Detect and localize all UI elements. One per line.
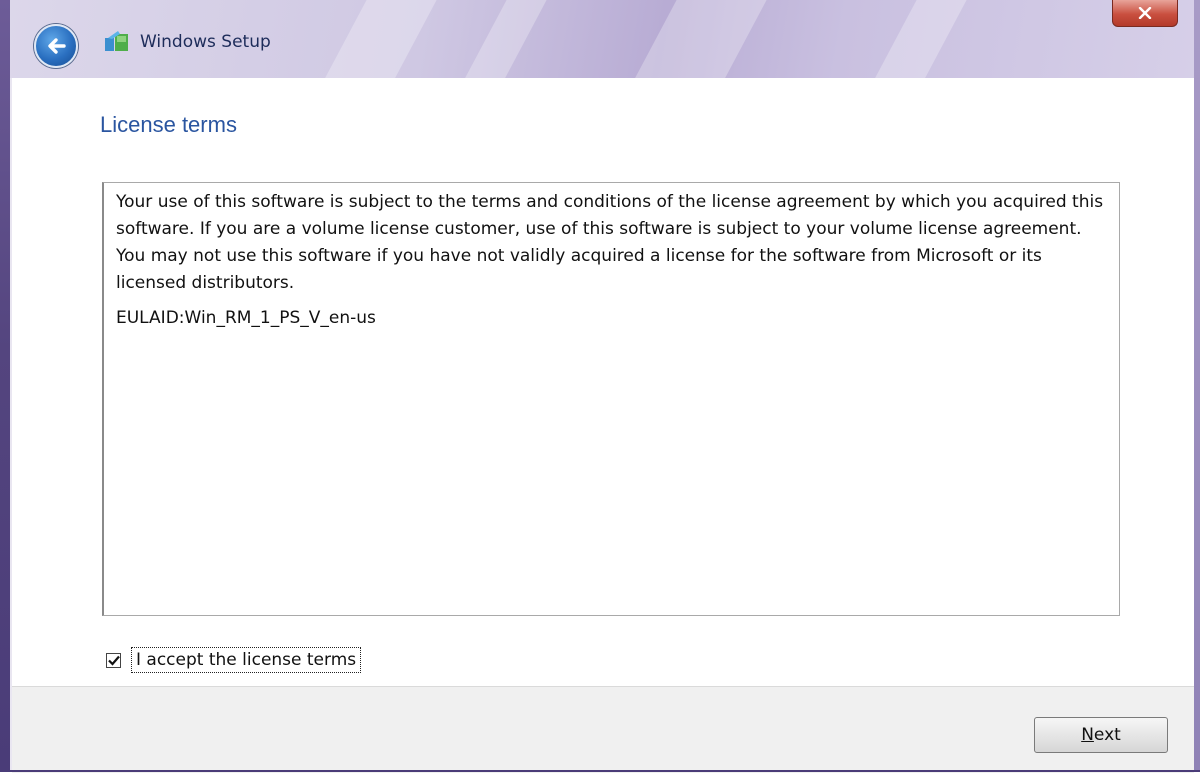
close-button[interactable] bbox=[1112, 0, 1178, 27]
eula-id: EULAID:Win_RM_1_PS_V_en-us bbox=[116, 308, 376, 328]
glass-streak bbox=[302, 0, 448, 78]
window-frame-left bbox=[0, 0, 10, 772]
glass-streak bbox=[612, 0, 778, 78]
windows-setup-icon bbox=[105, 31, 128, 51]
next-accelerator: N bbox=[1081, 725, 1094, 745]
back-button[interactable] bbox=[34, 24, 78, 68]
window-title: Windows Setup bbox=[140, 32, 271, 52]
next-button[interactable]: Next bbox=[1034, 717, 1168, 753]
title-bar: Windows Setup bbox=[10, 0, 1194, 78]
license-text-box[interactable]: Your use of this software is subject to … bbox=[102, 182, 1120, 616]
setup-window: Windows Setup License terms Your use of … bbox=[0, 0, 1200, 773]
content-panel: License terms Your use of this software … bbox=[12, 78, 1194, 686]
page-title: License terms bbox=[100, 112, 237, 137]
back-arrow-icon bbox=[48, 38, 66, 54]
next-label: ext bbox=[1093, 725, 1121, 745]
window-frame-right bbox=[1194, 0, 1200, 772]
accept-license-row[interactable]: I accept the license terms bbox=[106, 645, 362, 675]
checkmark-icon bbox=[107, 655, 120, 666]
accept-checkbox[interactable] bbox=[106, 652, 121, 668]
footer-bar: Next bbox=[12, 686, 1194, 773]
license-paragraph: Your use of this software is subject to … bbox=[116, 192, 1104, 293]
glass-streak bbox=[442, 0, 558, 78]
accept-label[interactable]: I accept the license terms bbox=[131, 647, 362, 673]
close-icon bbox=[1138, 7, 1152, 19]
glass-streak bbox=[852, 0, 978, 78]
